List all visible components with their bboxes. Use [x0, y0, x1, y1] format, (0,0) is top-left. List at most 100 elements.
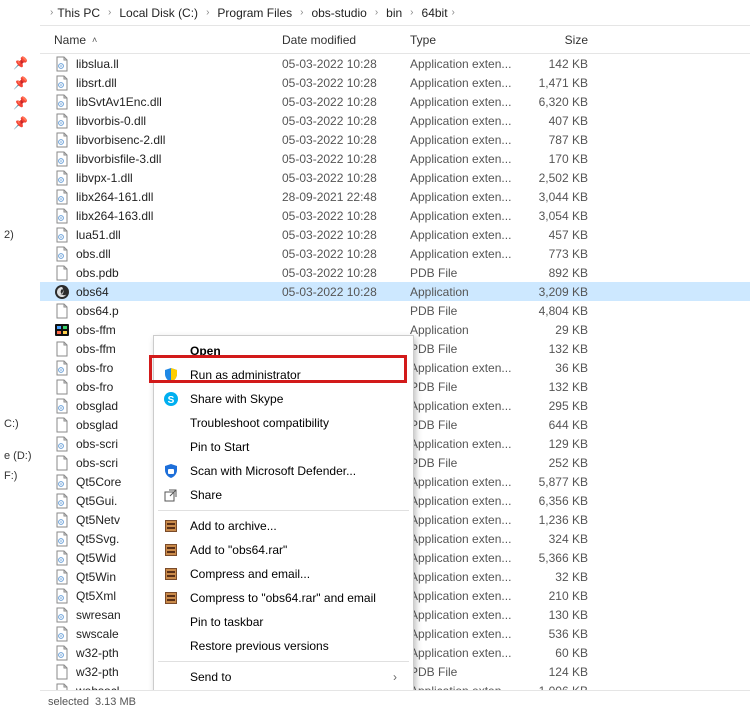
status-selected-size: 3.13 MB	[95, 696, 136, 708]
file-type: Application exten...	[410, 171, 520, 185]
file-size: 170 KB	[520, 152, 600, 166]
column-header-name[interactable]: Name ˄	[54, 33, 282, 47]
status-bar: selected 3.13 MB	[40, 690, 750, 712]
file-row[interactable]: obs64.pPDB File4,804 KB	[40, 301, 750, 320]
share-icon	[162, 486, 180, 504]
breadcrumb[interactable]: › This PC›Local Disk (C:)›Program Files›…	[40, 0, 750, 26]
menu-item-label: Add to "obs64.rar"	[190, 543, 397, 557]
menu-item[interactable]: Troubleshoot compatibility	[156, 411, 411, 435]
file-row[interactable]: obs.pdb05-03-2022 10:28PDB File892 KB	[40, 263, 750, 282]
breadcrumb-segment[interactable]: This PC	[57, 6, 100, 20]
file-size: 787 KB	[520, 133, 600, 147]
file-type: Application	[410, 323, 520, 337]
menu-item-label: Send to	[190, 670, 383, 684]
breadcrumb-segment[interactable]: Local Disk (C:)	[119, 6, 198, 20]
file-row[interactable]: libx264-163.dll05-03-2022 10:28Applicati…	[40, 206, 750, 225]
menu-item-label: Restore previous versions	[190, 639, 397, 653]
breadcrumb-segment[interactable]: obs-studio	[311, 6, 366, 20]
file-type: Application exten...	[410, 608, 520, 622]
breadcrumb-segment[interactable]: 64bit	[422, 6, 448, 20]
menu-item[interactable]: Compress to "obs64.rar" and email	[156, 586, 411, 610]
file-name: Qt5Xml	[76, 589, 116, 603]
shield-icon	[162, 366, 180, 384]
pin-icon: 📌	[13, 96, 27, 110]
file-size: 252 KB	[520, 456, 600, 470]
file-type: PDB File	[410, 342, 520, 356]
menu-item[interactable]: Compress and email...	[156, 562, 411, 586]
file-type: Application exten...	[410, 399, 520, 413]
file-name: obs64	[76, 285, 109, 299]
column-header-size[interactable]: Size	[520, 33, 600, 47]
menu-item-label: Compress to "obs64.rar" and email	[190, 591, 397, 605]
breadcrumb-segment[interactable]: Program Files	[217, 6, 292, 20]
file-type: Application exten...	[410, 57, 520, 71]
file-row[interactable]: libvorbis-0.dll05-03-2022 10:28Applicati…	[40, 111, 750, 130]
menu-item[interactable]: Run as administrator	[156, 363, 411, 387]
file-row[interactable]: lua51.dll05-03-2022 10:28Application ext…	[40, 225, 750, 244]
pin-icon: 📌	[13, 76, 27, 90]
file-size: 132 KB	[520, 342, 600, 356]
breadcrumb-segment[interactable]: bin	[386, 6, 402, 20]
file-type: Application exten...	[410, 684, 520, 691]
skype-icon	[162, 390, 180, 408]
menu-item[interactable]: Open	[156, 339, 411, 363]
blank-icon	[162, 342, 180, 360]
file-type: Application exten...	[410, 570, 520, 584]
menu-item[interactable]: Share with Skype	[156, 387, 411, 411]
file-row[interactable]: libvorbisfile-3.dll05-03-2022 10:28Appli…	[40, 149, 750, 168]
sort-asc-icon: ˄	[92, 35, 97, 45]
file-name: Qt5Win	[76, 570, 116, 584]
menu-item[interactable]: Send to›	[156, 665, 411, 689]
file-size: 5,877 KB	[520, 475, 600, 489]
file-type: Application exten...	[410, 190, 520, 204]
file-size: 295 KB	[520, 399, 600, 413]
menu-item[interactable]: Scan with Microsoft Defender...	[156, 459, 411, 483]
file-name: obsglad	[76, 399, 118, 413]
menu-item[interactable]: Pin to Start	[156, 435, 411, 459]
menu-item[interactable]: Restore previous versions	[156, 634, 411, 658]
menu-separator	[158, 510, 409, 511]
file-row[interactable]: obs.dll05-03-2022 10:28Application exten…	[40, 244, 750, 263]
file-name: Qt5Netv	[76, 513, 120, 527]
menu-item-label: Open	[190, 344, 397, 358]
chevron-right-icon: ›	[296, 7, 307, 18]
file-list[interactable]: libslua.ll05-03-2022 10:28Application ex…	[40, 54, 750, 690]
file-size: 892 KB	[520, 266, 600, 280]
menu-item[interactable]: Share	[156, 483, 411, 507]
menu-item[interactable]: Add to archive...	[156, 514, 411, 538]
menu-item-label: Troubleshoot compatibility	[190, 416, 397, 430]
menu-item[interactable]: Pin to taskbar	[156, 610, 411, 634]
file-row[interactable]: libx264-161.dll28-09-2021 22:48Applicati…	[40, 187, 750, 206]
file-row[interactable]: libvpx-1.dll05-03-2022 10:28Application …	[40, 168, 750, 187]
pin-icon: 📌	[13, 116, 27, 130]
menu-item[interactable]: Add to "obs64.rar"	[156, 538, 411, 562]
defender-icon	[162, 462, 180, 480]
file-row[interactable]: obs6405-03-2022 10:28Application3,209 KB	[40, 282, 750, 301]
file-type: Application exten...	[410, 361, 520, 375]
file-type: Application exten...	[410, 551, 520, 565]
file-name: w32-pth	[76, 646, 119, 660]
file-size: 4,804 KB	[520, 304, 600, 318]
column-headers: Name ˄ Date modified Type Size	[40, 26, 750, 54]
file-row[interactable]: libslua.ll05-03-2022 10:28Application ex…	[40, 54, 750, 73]
file-type: PDB File	[410, 304, 520, 318]
file-size: 6,356 KB	[520, 494, 600, 508]
column-header-date[interactable]: Date modified	[282, 33, 410, 47]
file-name: obs-scri	[76, 437, 118, 451]
file-size: 5,366 KB	[520, 551, 600, 565]
file-row[interactable]: libvorbisenc-2.dll05-03-2022 10:28Applic…	[40, 130, 750, 149]
file-type: Application exten...	[410, 228, 520, 242]
file-type: Application exten...	[410, 209, 520, 223]
file-date: 28-09-2021 22:48	[282, 190, 410, 204]
file-name: obs-scri	[76, 456, 118, 470]
file-date: 05-03-2022 10:28	[282, 76, 410, 90]
file-row[interactable]: libsrt.dll05-03-2022 10:28Application ex…	[40, 73, 750, 92]
file-name: w32-pth	[76, 665, 119, 679]
file-row[interactable]: libSvtAv1Enc.dll05-03-2022 10:28Applicat…	[40, 92, 750, 111]
file-size: 3,209 KB	[520, 285, 600, 299]
file-type: Application exten...	[410, 627, 520, 641]
column-header-type[interactable]: Type	[410, 33, 520, 47]
file-type: Application exten...	[410, 247, 520, 261]
file-date: 05-03-2022 10:28	[282, 57, 410, 71]
file-date: 05-03-2022 10:28	[282, 95, 410, 109]
